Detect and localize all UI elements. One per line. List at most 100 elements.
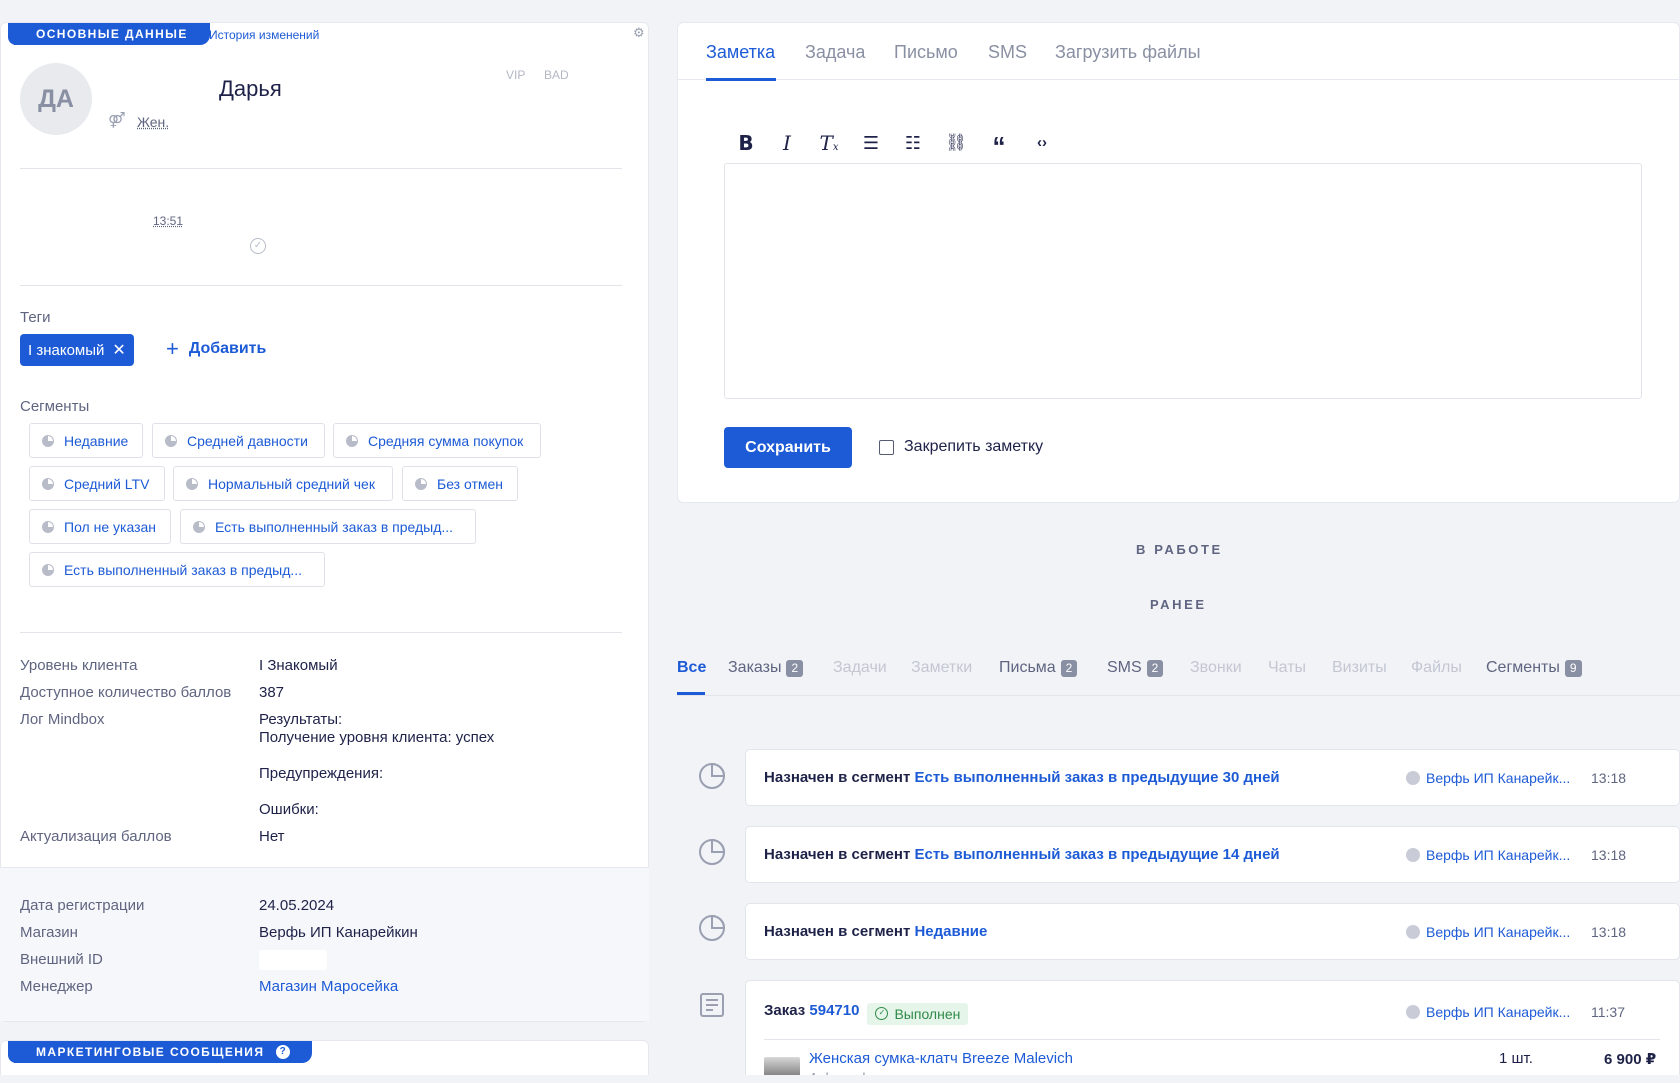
gender-value[interactable]: Жен. <box>137 114 169 130</box>
customer-name[interactable]: Дарья <box>219 76 282 102</box>
filter-tab-visits[interactable]: Визиты <box>1332 659 1387 677</box>
earlier-heading: РАНЕЕ <box>1150 597 1207 612</box>
bold-icon[interactable]: B <box>734 131 758 155</box>
segment-chip[interactable]: Есть выполненный заказ в предыд... <box>29 552 325 587</box>
segment-chip[interactable]: Есть выполненный заказ в предыд... <box>180 509 476 544</box>
tab-marketing-messages[interactable]: МАРКЕТИНГОВЫЕ СООБЩЕНИЯ? <box>7 1041 313 1063</box>
shop-icon <box>1406 771 1420 785</box>
segment-chip[interactable]: Пол не указан <box>29 509 171 544</box>
shop-link[interactable]: Верфь ИП Канарейк... <box>1426 1004 1570 1020</box>
save-button[interactable]: Сохранить <box>724 427 852 468</box>
timeline-event[interactable]: Назначен в сегмент Недавние Верфь ИП Кан… <box>745 903 1680 960</box>
tab-sms[interactable]: SMS <box>988 42 1027 63</box>
field-value: 387 <box>259 684 285 701</box>
field-label: Уровень клиента <box>20 657 138 674</box>
pin-note-checkbox[interactable] <box>879 440 894 455</box>
gender-icon: ⚤ <box>108 112 126 129</box>
pie-chart-icon <box>186 477 198 490</box>
link-icon[interactable]: ⛓ <box>944 131 968 155</box>
product-qty: 1 шт. <box>1499 1050 1533 1067</box>
order-event[interactable]: Заказ 594710 ✓ Выполнен Верфь ИП Канарейк.… <box>745 980 1680 1083</box>
tag-chip[interactable]: I знакомый ✕ <box>20 334 134 366</box>
order-link[interactable]: 594710 <box>809 1002 859 1019</box>
filter-tab-tasks[interactable]: Задачи <box>833 659 887 677</box>
filter-tab-orders[interactable]: Заказы 2 <box>728 659 804 677</box>
tab-letter[interactable]: Письмо <box>894 42 958 63</box>
timeline-event[interactable]: Назначен в сегмент Есть выполненный зака… <box>745 749 1680 806</box>
vip-flag[interactable]: VIP <box>506 68 525 82</box>
field-value: Нет <box>259 828 285 845</box>
tab-history[interactable]: История изменений <box>209 28 319 42</box>
field-label: Лог Mindbox <box>20 711 105 728</box>
filter-tab-all[interactable]: Все <box>677 659 706 677</box>
timeline-event[interactable]: Назначен в сегмент Есть выполненный зака… <box>745 826 1680 883</box>
field-label: Актуализация баллов <box>20 828 172 845</box>
tab-upload-files[interactable]: Загрузить файлы <box>1055 42 1201 63</box>
check-circle-icon: ✓ <box>875 1007 889 1020</box>
meta-label: Менеджер <box>20 978 93 995</box>
gear-icon[interactable]: ⚙ <box>633 25 645 41</box>
segment-chip[interactable]: Средней давности <box>152 423 325 458</box>
segment-link[interactable]: Недавние <box>914 923 987 940</box>
pie-chart-icon <box>42 477 54 490</box>
active-tab-indicator <box>706 78 776 81</box>
numbered-list-icon[interactable]: ☷ <box>901 131 925 155</box>
shop-icon <box>1406 848 1420 862</box>
code-icon[interactable]: ‹› <box>1030 131 1054 155</box>
external-id-value <box>259 950 327 970</box>
quote-icon[interactable]: “ <box>987 131 1011 161</box>
field-value: Результаты: <box>259 711 343 728</box>
segment-chip[interactable]: Средний LTV <box>29 466 165 501</box>
segment-chip[interactable]: Средняя сумма покупок <box>333 423 541 458</box>
segment-chip[interactable]: Недавние <box>29 423 143 458</box>
meta-label: Внешний ID <box>20 951 103 968</box>
count-badge: 2 <box>786 659 804 677</box>
meta-section <box>0 867 649 1021</box>
pie-chart-icon <box>415 477 427 490</box>
filter-tab-letters[interactable]: Письма 2 <box>999 659 1078 677</box>
bad-flag[interactable]: BAD <box>544 68 569 82</box>
plus-icon: + <box>166 336 179 361</box>
bullet-list-icon[interactable]: ☰ <box>859 131 883 155</box>
segment-chip[interactable]: Без отмен <box>402 466 518 501</box>
field-value: Получение уровня клиента: успех <box>259 729 495 746</box>
filter-tab-calls[interactable]: Звонки <box>1190 659 1242 677</box>
segment-chip[interactable]: Нормальный средний чек <box>173 466 393 501</box>
meta-value: Верфь ИП Канарейкин <box>259 924 418 941</box>
add-tag-button[interactable]: + Добавить <box>166 338 266 360</box>
product-link[interactable]: Женская сумка-клатч Breeze Malevich <box>809 1050 1073 1067</box>
pie-chart-icon <box>42 520 54 533</box>
filter-tab-segments[interactable]: Сегменты 9 <box>1486 659 1582 677</box>
shop-link[interactable]: Верфь ИП Канарейк... <box>1426 847 1570 863</box>
pin-note-label[interactable]: Закрепить заметку <box>904 438 1043 456</box>
close-icon[interactable]: ✕ <box>112 340 125 360</box>
shop-link[interactable]: Верфь ИП Канарейк... <box>1426 924 1570 940</box>
filter-tab-notes[interactable]: Заметки <box>911 659 972 677</box>
product-price: 6 900 ₽ <box>1604 1051 1657 1068</box>
help-icon[interactable]: ? <box>276 1045 291 1059</box>
avatar: ДА <box>20 63 92 135</box>
italic-icon[interactable]: I <box>775 131 799 155</box>
pie-chart-icon <box>193 520 205 533</box>
meta-value: 24.05.2024 <box>259 897 335 914</box>
tab-task[interactable]: Задача <box>805 42 865 63</box>
event-time: 11:37 <box>1591 1004 1625 1020</box>
tab-main-data[interactable]: ОСНОВНЫЕ ДАННЫЕ <box>8 23 210 45</box>
segment-link[interactable]: Есть выполненный заказ в предыдущие 30 д… <box>914 769 1279 786</box>
divider <box>20 285 622 286</box>
shop-link[interactable]: Верфь ИП Канарейк... <box>1426 770 1570 786</box>
event-time: 13:18 <box>1591 847 1627 863</box>
note-editor[interactable] <box>724 163 1642 399</box>
divider <box>20 168 622 169</box>
clear-format-icon[interactable]: Tx <box>817 131 841 155</box>
filter-tab-sms[interactable]: SMS 2 <box>1107 659 1164 677</box>
pie-chart-icon <box>165 434 177 447</box>
filter-tab-files[interactable]: Файлы <box>1411 659 1462 677</box>
filter-tab-chats[interactable]: Чаты <box>1268 659 1306 677</box>
manager-link[interactable]: Магазин Маросейка <box>259 978 398 995</box>
tab-note[interactable]: Заметка <box>706 42 775 63</box>
segment-link[interactable]: Есть выполненный заказ в предыдущие 14 д… <box>914 846 1279 863</box>
shop-icon <box>1406 1005 1420 1019</box>
event-time: 13:18 <box>1591 924 1627 940</box>
pie-chart-icon <box>699 914 726 941</box>
